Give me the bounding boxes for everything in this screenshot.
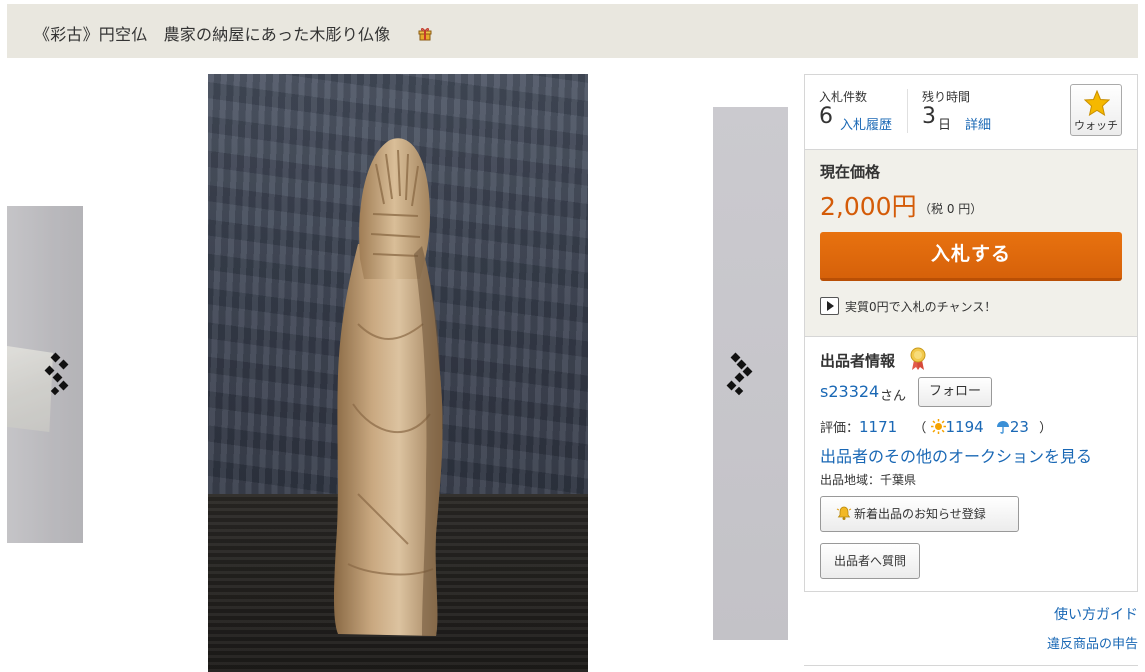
zero-yen-chance-link[interactable]: 実質0円で入札のチャンス！ [820, 297, 996, 315]
report-item-link[interactable]: 違反商品の申告 [1047, 633, 1138, 652]
other-auctions-link[interactable]: 出品者のその他のオークションを見る [820, 443, 1092, 467]
seller-name-link[interactable]: s23324 [820, 382, 879, 401]
umbrella-icon [996, 421, 1009, 434]
rating-good[interactable]: 1194 [946, 418, 984, 436]
star-icon [1084, 90, 1110, 116]
watch-label: ウォッチ [1074, 119, 1118, 132]
item-title-row: 《彩古》円空仏 農家の納屋にあった木彫り仏像 [34, 21, 432, 45]
bids-count: 6 [819, 104, 833, 129]
play-icon [820, 297, 839, 315]
bid-history-link[interactable]: 入札履歴 [840, 114, 892, 133]
chevron-left-icon[interactable] [40, 352, 70, 396]
sun-icon [930, 419, 946, 434]
time-left-unit: 日 [938, 118, 952, 133]
usage-guide-link[interactable]: 使い方ガイド [1054, 604, 1138, 624]
ask-seller-button[interactable]: 出品者へ質問 [820, 543, 920, 579]
rating-close-paren: ） [1039, 421, 1053, 436]
gift-icon [418, 28, 432, 41]
watch-button[interactable]: ウォッチ [1070, 84, 1122, 136]
seller-honorific: さん [880, 389, 907, 404]
seller-info: 出品者情報 s23324 さん フォロー 評価：1171 （ 1194 23 ）… [805, 337, 1137, 592]
stats-divider [907, 89, 908, 133]
notify-label: 新着出品のお知らせ登録 [854, 507, 986, 521]
price-tax: （税 0 円） [919, 202, 983, 216]
footer-divider [804, 665, 1138, 666]
seller-region: 出品地域：千葉県 [820, 473, 917, 487]
bell-icon [836, 506, 852, 520]
chance-text: 実質0円で入札のチャンス！ [845, 300, 997, 314]
bids-label: 入札件数 [819, 90, 868, 104]
time-left-label: 残り時間 [922, 90, 971, 104]
statue-image [334, 138, 443, 636]
seller-section-title: 出品者情報 [820, 352, 896, 370]
current-price-label: 現在価格 [820, 163, 881, 181]
chevron-right-icon[interactable] [724, 352, 754, 396]
new-listing-notify-button[interactable]: 新着出品のお知らせ登録 [820, 496, 1019, 532]
rating-open-paren: （ [913, 421, 927, 436]
medal-icon [910, 347, 926, 370]
item-title: 《彩古》円空仏 農家の納屋にあった木彫り仏像 [34, 25, 391, 44]
rating-label: 評価： [820, 421, 860, 436]
follow-button[interactable]: フォロー [918, 377, 992, 407]
bid-button[interactable]: 入札する [820, 232, 1122, 281]
rating-bad[interactable]: 23 [1010, 418, 1029, 436]
title-bar: 《彩古》円空仏 農家の納屋にあった木彫り仏像 [7, 4, 1138, 58]
seller-rating: 評価：1171 （ 1194 23 ） [820, 417, 1052, 436]
current-price: 2,000円 [820, 192, 917, 221]
bid-stats: 入札件数 6 入札履歴 残り時間 3 日 詳細 ウォッチ [805, 75, 1137, 149]
auction-sidebar: 入札件数 6 入札履歴 残り時間 3 日 詳細 ウォッチ 現在価格 2,000円… [804, 74, 1138, 592]
details-link[interactable]: 詳細 [965, 114, 991, 133]
main-photo[interactable] [208, 74, 588, 672]
rating-total[interactable]: 1171 [859, 418, 897, 436]
price-box: 現在価格 2,000円 （税 0 円） 入札する 実質0円で入札のチャンス！ [805, 149, 1137, 337]
time-left-value: 3 [922, 104, 936, 129]
